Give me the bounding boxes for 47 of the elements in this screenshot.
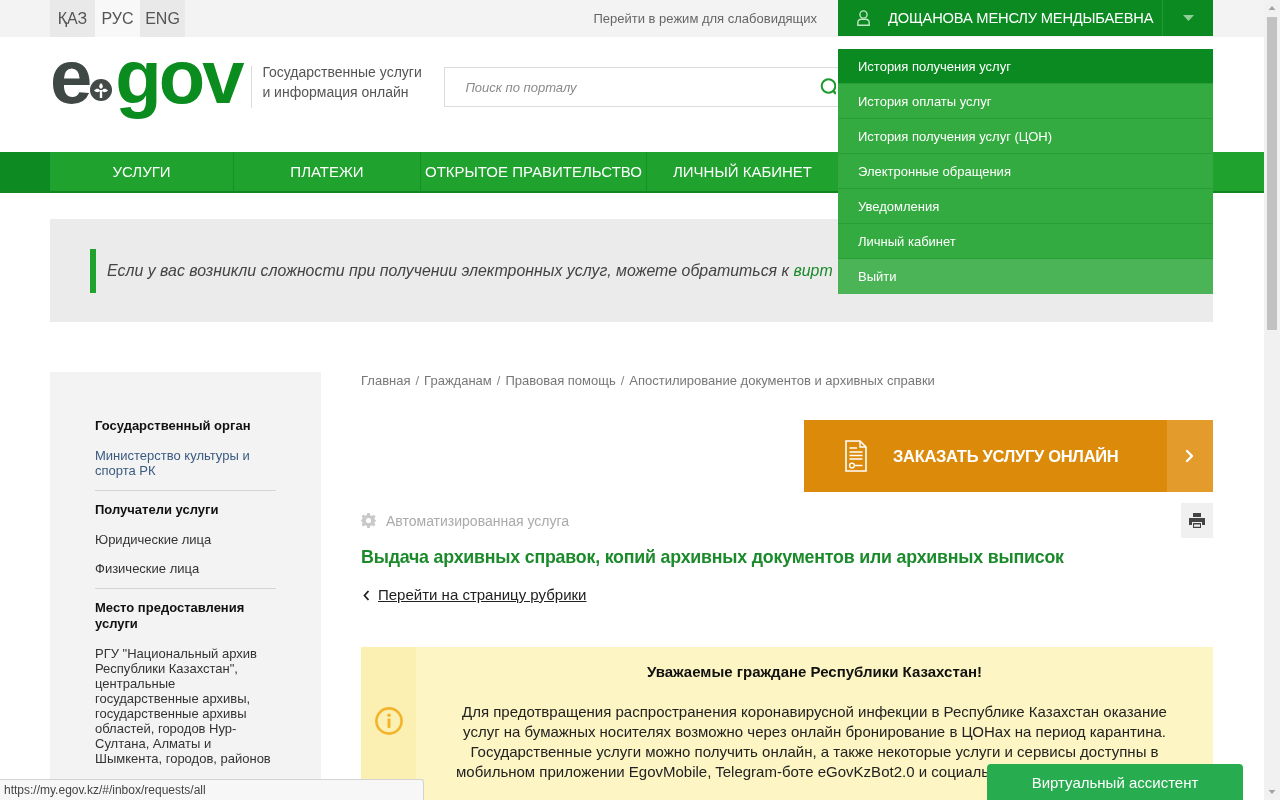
agency-link[interactable]: Министерство культуры и спорта РК [95, 448, 276, 478]
nav-item[interactable]: ПЛАТЕЖИ [234, 152, 421, 191]
breadcrumb-separator: / [496, 373, 501, 389]
notice-text: Для предотвращения распространения коронавирусной инфекции в Республике Казахстан оказание услуг на бумажных носителях возможно через онлайн бронирование в ЦОНах на период карантина. [461, 701, 1168, 742]
nav-item[interactable]: ОТКРЫТОЕ ПРАВИТЕЛЬСТВО [421, 152, 647, 191]
section-heading: Получатели услуги [95, 502, 220, 518]
printer-icon [1189, 513, 1205, 528]
breadcrumb-link[interactable]: Главная [361, 373, 411, 389]
virtual-assistant-button[interactable]: Виртуальный ассистент [987, 764, 1243, 800]
language-tab[interactable]: ҚАЗ [50, 0, 95, 37]
section-heading: Государственный орган [95, 418, 252, 434]
location-text: РГУ "Национальный архив Республики Казахстан", центральные государственные архивы, государственные архивы областей, городов Нур-Султана, Алматы и Шымкента, городов, районов [95, 646, 272, 766]
info-icon [374, 706, 403, 735]
status-url-tooltip: https://my.egov.kz/#/inbox/requests/all [0, 779, 424, 800]
accent-bar [90, 248, 96, 293]
menu-item[interactable]: Выйти [838, 259, 1213, 294]
recipient-text: Юридические лица [95, 532, 213, 547]
notice-title: Уважаемые граждане Республики Казахстан! [645, 662, 984, 681]
scrollbar-thumb[interactable] [1267, 17, 1277, 330]
gear-icon [361, 513, 376, 528]
tagline: Государственные услуги и информация онлайн [262, 63, 423, 102]
user-icon [857, 10, 870, 26]
breadcrumb-link[interactable]: Гражданам [424, 373, 492, 389]
assistant-link[interactable]: вирт [793, 261, 833, 279]
service-title: Выдача архивных справок, копий архивных документов или архивных выписок [361, 546, 1065, 568]
nav-item[interactable]: УСЛУГИ [50, 152, 234, 191]
order-button[interactable]: ЗАКАЗАТЬ УСЛУГУ ОНЛАЙН [804, 420, 1213, 492]
menu-item[interactable]: История получения услуг [838, 49, 1213, 84]
caret-icon [1182, 15, 1194, 21]
document-icon [845, 440, 867, 472]
section-heading: Место предоставления услуги [95, 600, 246, 632]
banner-text: Если у вас возникли сложности при получении электронных услуг, можете обратиться к вирт [107, 261, 833, 280]
breadcrumb-separator: / [415, 373, 420, 389]
language-tab[interactable]: ENG [140, 0, 185, 37]
breadcrumb-link[interactable]: Правовая помощь [505, 373, 616, 389]
service-type-label: Автоматизированная услуга [386, 512, 570, 529]
recipient-text: Физические лица [95, 561, 201, 576]
language-tab[interactable]: РУС [95, 0, 140, 37]
accessibility-link[interactable]: Перейти в режим для слабовидящих [593, 11, 817, 26]
emblem-icon[interactable] [90, 79, 113, 101]
user-menu-button[interactable]: ДОЩАНОВА МЕНСЛУ МЕНДЫБАЕВНА [838, 0, 1213, 36]
print-button[interactable] [1181, 503, 1213, 538]
chevron-right-icon [1167, 420, 1213, 492]
chevron-left-icon [363, 589, 370, 601]
breadcrumb-separator: / [620, 373, 625, 389]
back-link[interactable]: Перейти на страницу рубрики [361, 587, 587, 603]
breadcrumb-link[interactable]: Апостилирование документов и архивных справки [629, 373, 935, 389]
